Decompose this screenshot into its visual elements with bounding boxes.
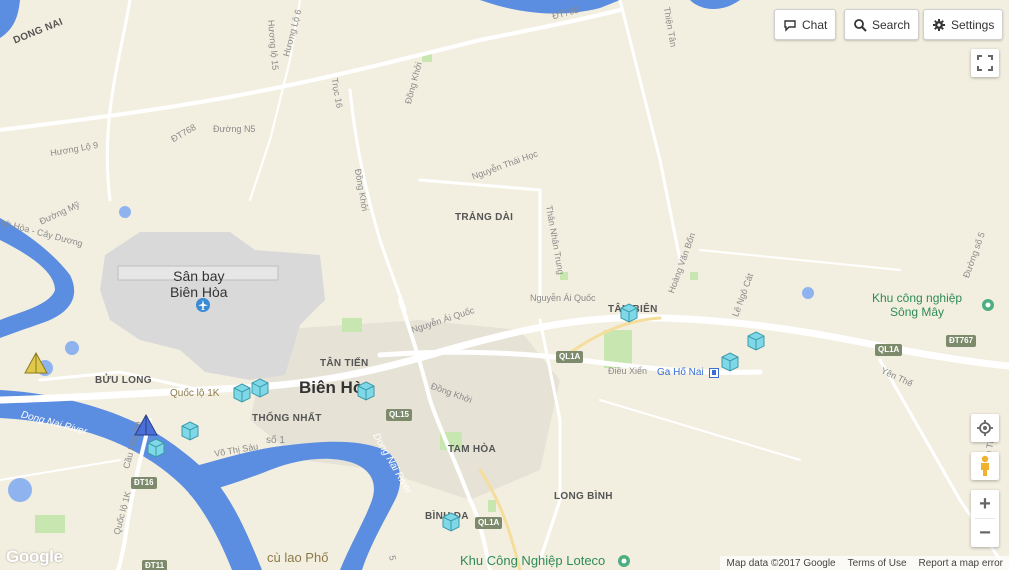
cube-marker[interactable]	[146, 438, 166, 458]
label-so-1: số 1	[266, 435, 285, 446]
cube-marker[interactable]	[746, 331, 766, 351]
fullscreen-button[interactable]	[971, 49, 999, 77]
label-kcn-loteco: Khu Công Nghiệp Loteco	[460, 553, 606, 568]
shield-ql1a: QL1A	[556, 351, 584, 363]
pegman-icon	[981, 455, 989, 476]
pyramid-marker[interactable]	[24, 352, 48, 374]
airport-icon[interactable]	[196, 298, 210, 312]
shield-ql15: QL15	[386, 409, 413, 421]
shield-dt11: ĐT11	[142, 560, 168, 570]
map-canvas[interactable]: DONG NAI ĐT768 ĐT768 Hương lộ 15 Hương L…	[0, 0, 1009, 570]
label-duong-n5: Đường N5	[213, 124, 256, 134]
label-kcn-song-may: Khu công nghiệp Sông Mây	[872, 291, 962, 319]
search-icon	[854, 18, 867, 32]
settings-button-label: Settings	[951, 17, 995, 32]
label-trang-dai: TRẢNG DÀI	[455, 212, 514, 223]
chat-icon	[784, 19, 796, 32]
my-location-button[interactable]	[971, 414, 999, 442]
minus-icon: −	[979, 521, 991, 544]
label-dieu-xien: Điều Xiển	[608, 366, 648, 376]
label-airport-line1: Sân bay	[173, 268, 225, 284]
shield-dt16: ĐT16	[131, 477, 157, 489]
label-long-binh: LONG BÌNH	[554, 491, 613, 502]
plus-icon: +	[979, 492, 991, 515]
label-buu-long: BỬU LONG	[95, 375, 152, 386]
label-airport: Sân bay Biên Hòa	[170, 268, 228, 300]
label-tan-tien: TÂN TIẾN	[320, 358, 369, 369]
cube-marker[interactable]	[720, 352, 740, 372]
zoom-out-button[interactable]: −	[971, 519, 999, 547]
cube-marker[interactable]	[232, 383, 252, 403]
shield-ql1a: QL1A	[475, 517, 503, 529]
train-station-icon[interactable]	[709, 368, 719, 378]
label-ga-ho-nai: Ga Hố Nai	[657, 367, 704, 378]
terms-link[interactable]: Terms of Use	[842, 558, 913, 569]
label-tam-hoa: TAM HÒA	[448, 444, 497, 455]
map-footer: Map data ©2017 Google Terms of Use Repor…	[720, 556, 1009, 570]
map-data-attribution: Map data ©2017 Google	[726, 557, 836, 569]
label-nguyen-ai-quoc-1: Nguyễn Ái Quốc	[530, 293, 596, 303]
label-thong-nhat: THỐNG NHẤT	[252, 413, 322, 424]
zoom-in-button[interactable]: +	[971, 490, 999, 518]
report-error-link[interactable]: Report a map error	[913, 558, 1009, 569]
cube-marker[interactable]	[180, 421, 200, 441]
label-quoc-lo-1k: Quốc lộ 1K	[170, 388, 220, 399]
poi-pin-icon[interactable]	[617, 554, 631, 568]
shield-ql1a: QL1A	[875, 344, 903, 356]
cube-marker[interactable]	[619, 303, 639, 323]
cube-marker[interactable]	[441, 512, 461, 532]
cube-marker[interactable]	[356, 381, 376, 401]
gear-icon	[933, 18, 945, 31]
poi-pin-icon[interactable]	[981, 298, 995, 312]
cube-marker[interactable]	[250, 378, 270, 398]
search-button-label: Search	[872, 17, 911, 32]
chat-button-label: Chat	[802, 17, 828, 32]
fullscreen-icon	[977, 55, 993, 71]
label-kcn-song-may-line2: Sông Mây	[890, 305, 945, 319]
pyramid-marker[interactable]	[134, 414, 158, 436]
zoom-control: + −	[971, 490, 999, 547]
street-view-button[interactable]	[971, 452, 999, 480]
label-kcn-song-may-line1: Khu công nghiệp	[872, 291, 963, 305]
label-cu-lao-pho: cù lao Phố	[267, 550, 329, 565]
google-logo[interactable]: Google	[6, 547, 63, 567]
chat-button[interactable]: Chat	[774, 9, 837, 40]
shield-dt767: ĐT767	[946, 335, 977, 347]
crosshair-icon	[977, 420, 993, 436]
settings-button[interactable]: Settings	[923, 9, 1004, 40]
search-button[interactable]: Search	[844, 9, 920, 40]
